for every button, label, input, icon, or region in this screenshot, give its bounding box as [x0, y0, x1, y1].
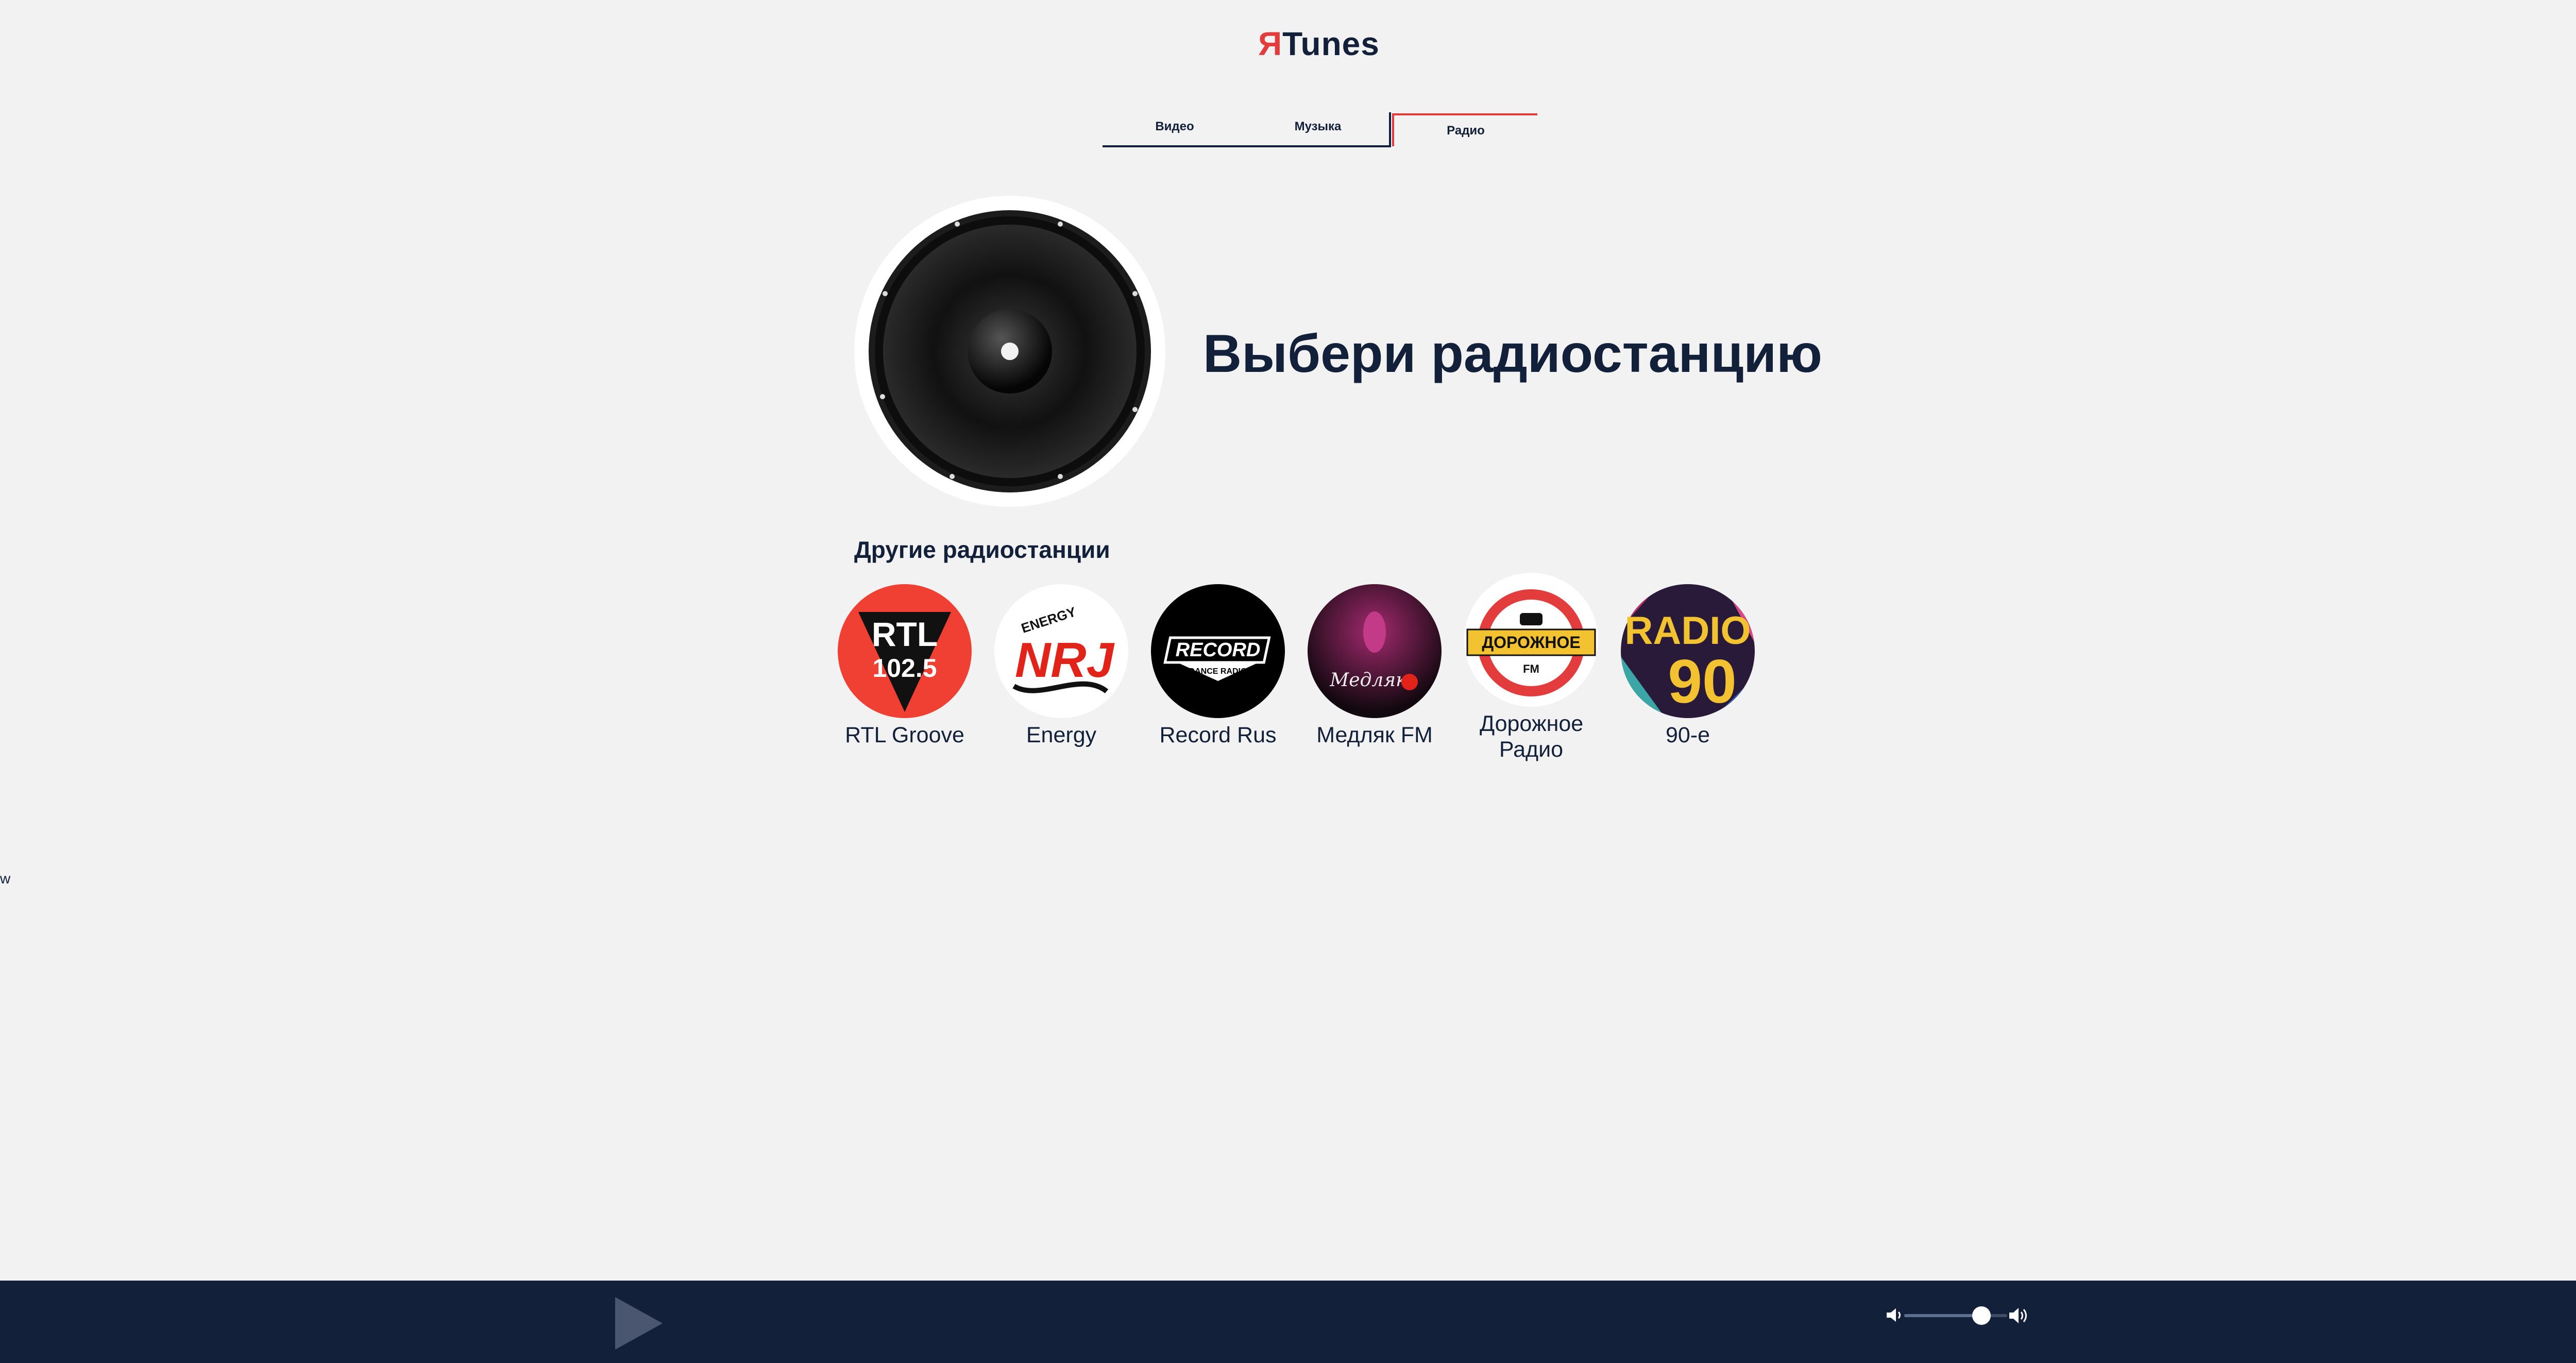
other-stations-heading: Другие радиостанции: [854, 536, 1110, 563]
section-tabs: Видео Музыка Радио: [1103, 112, 1537, 147]
dorozhnoe-logo-icon: ДОРОЖНОЕ FM: [1464, 573, 1598, 707]
station-name: 90-е: [1665, 723, 1710, 747]
station-name: RTL Groove: [845, 723, 964, 747]
play-icon[interactable]: [613, 1295, 665, 1352]
logo-text: Tunes: [1282, 25, 1380, 62]
app-logo[interactable]: ЯTunes: [0, 25, 2576, 63]
page-title: Выбери радиостанцию: [1203, 324, 1822, 384]
tab-video[interactable]: Видео: [1103, 112, 1247, 147]
energy-logo-nrj: NRJ: [1015, 633, 1115, 688]
energy-logo-icon: ENERGY NRJ: [994, 584, 1128, 718]
station-list: RTL 102.5 RTL Groove ENERGY NRJ Energy R…: [838, 573, 1782, 779]
radio-90-logo-icon: RADIO 90: [1621, 584, 1755, 718]
station-rtl-groove[interactable]: RTL 102.5 RTL Groove: [827, 583, 982, 748]
rtl-logo-text: RTL: [872, 615, 938, 653]
volume-fill: [1904, 1314, 1981, 1317]
dorozhnoe-logo-fm: FM: [1523, 662, 1539, 675]
volume-slider[interactable]: [1904, 1306, 2007, 1325]
rtl-groove-logo-icon: RTL 102.5: [838, 584, 972, 718]
radio-90-logo-word: RADIO: [1625, 609, 1751, 653]
station-name: Record Rus: [1159, 723, 1277, 747]
station-90s[interactable]: RADIO 90 90-е: [1611, 583, 1765, 748]
volume-knob[interactable]: [1972, 1306, 1991, 1325]
record-logo-subtitle: DANCE RADIO: [1189, 667, 1247, 676]
station-name: Медляк FM: [1316, 723, 1433, 747]
logo-mark: Я: [1258, 25, 1283, 62]
radio-90-logo-number: 90: [1668, 647, 1736, 716]
medlyak-logo-word: Медляк: [1329, 670, 1407, 691]
station-medlyak-fm[interactable]: Медляк Медляк FM: [1297, 583, 1452, 748]
station-record-rus[interactable]: RECORD DANCE RADIO Record Rus: [1141, 583, 1295, 748]
rtl-logo-frequency: 102.5: [872, 654, 937, 683]
record-logo-icon: RECORD DANCE RADIO: [1151, 584, 1285, 718]
station-energy[interactable]: ENERGY NRJ Energy: [984, 583, 1139, 748]
speaker-image: [854, 196, 1165, 507]
record-logo-word: RECORD: [1176, 639, 1261, 661]
volume-low-icon[interactable]: [1886, 1306, 1903, 1324]
medlyak-logo-icon: Медляк: [1308, 584, 1442, 718]
station-name: Дорожное Радио: [1480, 711, 1584, 762]
dorozhnoe-logo-word: ДОРОЖНОЕ: [1482, 633, 1580, 652]
station-dorozhnoe-radio[interactable]: ДОРОЖНОЕ FM Дорожное Радио: [1454, 572, 1608, 762]
player-bar: [0, 1281, 2576, 1363]
tab-music[interactable]: Музыка: [1247, 112, 1391, 147]
volume-high-icon[interactable]: [2008, 1305, 2029, 1326]
station-name: Energy: [1026, 723, 1097, 747]
stray-text: w: [0, 871, 11, 887]
tab-radio[interactable]: Радио: [1392, 113, 1537, 146]
